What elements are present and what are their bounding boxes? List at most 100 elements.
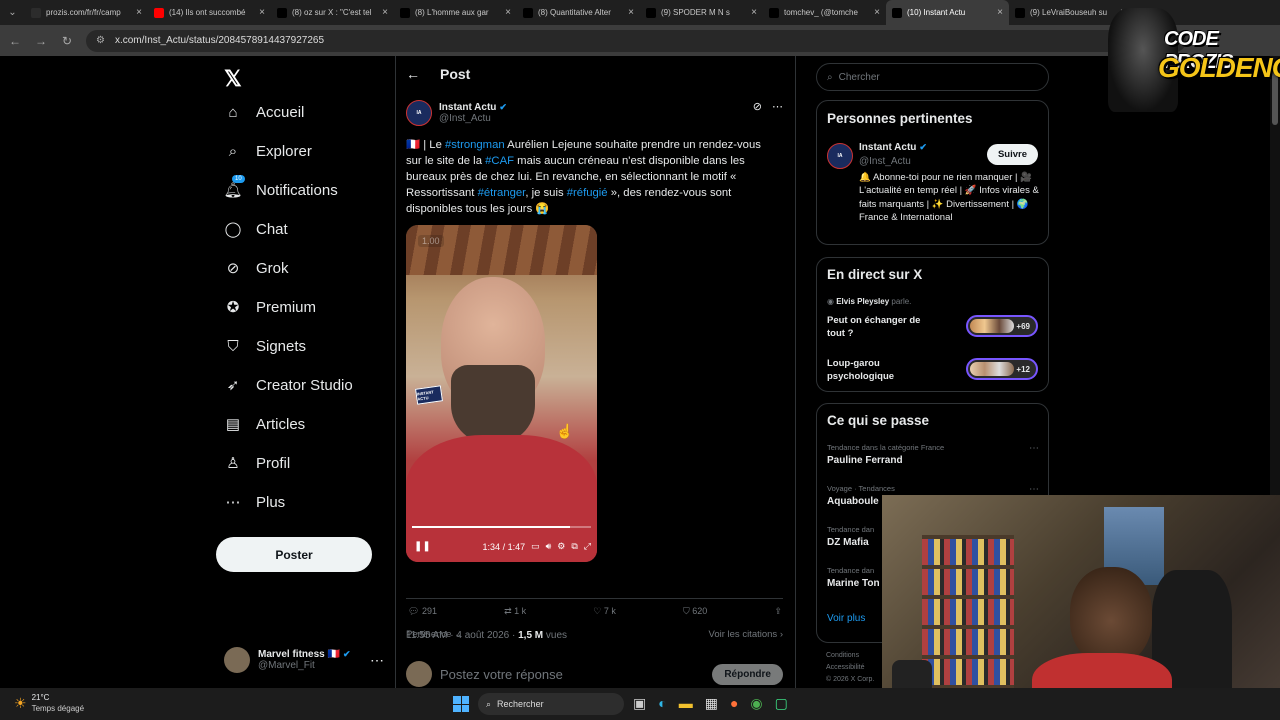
close-tab-icon[interactable]: ×	[874, 7, 880, 18]
nav-item-accueil[interactable]: ⌂ Accueil	[224, 103, 304, 121]
start-icon[interactable]	[453, 696, 469, 712]
trend-item[interactable]: Tendance dans la catégorie France Pauline…	[827, 443, 1039, 466]
browser-tab[interactable]: prozis.com/fr/fr/camp ×	[25, 0, 148, 25]
engagement-bar: 💬︎ 291 ⇄ 1 k ♡ 7 k ⛉ 620 ⇪	[408, 606, 782, 617]
reply-button[interactable]: Répondre	[712, 663, 783, 685]
pertinence-dropdown[interactable]: Pertinence ⌄	[406, 629, 462, 640]
nav-item-plus[interactable]: ⋯ Plus	[224, 493, 286, 512]
more-icon[interactable]: ⋯	[370, 652, 384, 669]
hashtag-link[interactable]: #réfugié	[567, 187, 608, 199]
follow-button[interactable]: Suivre	[986, 144, 1038, 165]
close-tab-icon[interactable]: ×	[628, 7, 634, 18]
search-box[interactable]: ⌕ Chercher	[816, 63, 1049, 91]
store-icon[interactable]: ▦	[705, 695, 718, 712]
show-more-link[interactable]: Voir plus	[827, 613, 865, 624]
browser-tab[interactable]: (8) oz sur X : "C'est tel ×	[271, 0, 394, 25]
close-tab-icon[interactable]: ×	[259, 7, 265, 18]
close-tab-icon[interactable]: ×	[505, 7, 511, 18]
chrome-icon[interactable]: ◉	[750, 695, 762, 712]
video-speed-label[interactable]: 1.00	[418, 235, 444, 247]
browser-tab[interactable]: tomchev_ (@tomche ×	[763, 0, 886, 25]
hashtag-link[interactable]: #CAF	[485, 155, 514, 167]
nav-item-signets[interactable]: ⛉ Signets	[224, 337, 306, 355]
edge-icon[interactable]: ◐	[658, 695, 666, 712]
host-avatar-icon: ◉	[827, 297, 834, 306]
weather-widget[interactable]: ☀ 21°C Temps dégagé	[14, 692, 84, 714]
browser-tab-bar: ⌄ prozis.com/fr/fr/camp × (14) Ils ont suc…	[0, 0, 1280, 25]
more-icon[interactable]: ⋯	[1029, 443, 1039, 454]
volume-icon[interactable]: 🔊︎	[546, 541, 552, 552]
text-segment: | Le	[420, 139, 445, 151]
forward-icon[interactable]: →	[34, 34, 48, 48]
reply-input[interactable]: Postez votre réponse	[440, 667, 704, 682]
url-field[interactable]: ⚙ x.com/Inst_Actu/status/208457891443792…	[86, 29, 1186, 52]
tab-title: (8) L'homme aux gar	[415, 8, 489, 17]
back-arrow-icon[interactable]: ←	[406, 66, 420, 82]
taskbar-search[interactable]: ⌕ Rechercher	[478, 693, 624, 715]
share-icon[interactable]: ⇪	[774, 606, 782, 617]
post-text: 🇫🇷 | Le #strongman Aurélien Lejeune souh…	[406, 137, 778, 217]
reply-action[interactable]: 💬︎ 291	[408, 606, 437, 617]
hashtag-link[interactable]: #étranger	[478, 187, 526, 199]
reload-icon[interactable]: ↻	[60, 34, 74, 48]
pip-icon[interactable]: ⧉	[571, 541, 577, 552]
fullscreen-icon[interactable]: ⤢	[584, 541, 591, 552]
app-icon[interactable]: ▢	[775, 695, 788, 712]
space-title[interactable]: Peut on échanger de tout ?	[827, 314, 939, 340]
close-tab-icon[interactable]: ×	[136, 7, 142, 18]
nav-item-explorer[interactable]: ⌕ Explorer	[224, 142, 312, 160]
x-logo-icon[interactable]: 𝕏	[224, 66, 242, 92]
nav-item-articles[interactable]: ▤ Articles	[224, 415, 305, 434]
tab-list-button[interactable]: ⌄	[0, 7, 25, 18]
close-tab-icon[interactable]: ×	[382, 7, 388, 18]
nav-item-profil[interactable]: ♙ Profil	[224, 454, 290, 473]
browser-tab[interactable]: (9) SPODER M N s ×	[640, 0, 763, 25]
footer-link[interactable]: Accessibilité	[826, 662, 874, 674]
close-tab-icon[interactable]: ×	[997, 7, 1003, 18]
settings-icon[interactable]: ⚙	[557, 541, 565, 552]
captions-icon[interactable]: ▭	[531, 541, 540, 552]
space-listeners[interactable]: +12	[966, 358, 1038, 380]
nav-item-creator-studio[interactable]: ➶ Creator Studio	[224, 376, 353, 395]
footer-link[interactable]: Conditions	[826, 650, 874, 662]
browser-tab[interactable]: (10) Instant Actu ×	[886, 0, 1009, 25]
task-view-icon[interactable]: ▣	[633, 695, 646, 712]
post-author[interactable]: IA Instant Actu ✔ @Inst_Actu	[406, 100, 507, 126]
like-action[interactable]: ♡ 7 k	[593, 606, 616, 617]
video-progress-track[interactable]	[412, 526, 591, 528]
author-avatar[interactable]: IA	[406, 100, 432, 126]
nav-label: Chat	[256, 220, 288, 238]
relevant-handle[interactable]: @Inst_Actu	[859, 156, 911, 167]
browser-tab[interactable]: (8) L'homme aux gar ×	[394, 0, 517, 25]
grok-icon[interactable]: ⊘	[753, 100, 762, 113]
firefox-icon[interactable]: ●	[730, 695, 738, 712]
pause-icon[interactable]: ❚❚	[414, 541, 431, 552]
more-icon[interactable]: ⋯	[772, 100, 783, 113]
video-subject-beard	[451, 365, 535, 445]
relevant-name[interactable]: Instant Actu	[859, 142, 916, 153]
nav-item-premium[interactable]: ✪ Premium	[224, 298, 316, 317]
back-icon[interactable]: ←	[8, 34, 22, 48]
site-info-icon[interactable]: ⚙	[96, 35, 105, 46]
hashtag-link[interactable]: #strongman	[445, 139, 505, 151]
bookmark-action[interactable]: ⛉ 620	[683, 606, 707, 617]
browser-tab[interactable]: (8) Quantitative Alter ×	[517, 0, 640, 25]
author-name[interactable]: Instant Actu	[439, 102, 496, 113]
space-title[interactable]: Loup-garou psychologique	[827, 357, 939, 383]
author-avatar[interactable]: IA	[827, 143, 853, 169]
more-icon[interactable]: ⋯	[1029, 484, 1039, 495]
author-handle[interactable]: @Inst_Actu	[439, 113, 507, 124]
quotes-link[interactable]: Voir les citations ›	[709, 629, 783, 640]
space-listeners[interactable]: +69	[966, 315, 1038, 337]
nav-item-chat[interactable]: ◯ Chat	[224, 220, 288, 239]
nav-item-grok[interactable]: ⊘ Grok	[224, 259, 289, 278]
video-player[interactable]: 1.00 INSTANT ACTU ☝ ❚❚ 1:34 / 1:47 ▭ 🔊︎ …	[406, 225, 597, 562]
file-explorer-icon[interactable]: ▬	[679, 695, 693, 712]
browser-tab[interactable]: (14) Ils ont succombé ×	[148, 0, 271, 25]
account-switcher[interactable]: Marvel fitness 🇫🇷 ✔ @Marvel_Fit ⋯	[224, 645, 384, 675]
post-button[interactable]: Poster	[216, 537, 372, 572]
account-name: Marvel fitness 🇫🇷	[258, 649, 340, 660]
nav-item-notifications[interactable]: 🔔︎ 10 Notifications	[223, 175, 338, 199]
repost-action[interactable]: ⇄ 1 k	[504, 606, 526, 617]
close-tab-icon[interactable]: ×	[751, 7, 757, 18]
